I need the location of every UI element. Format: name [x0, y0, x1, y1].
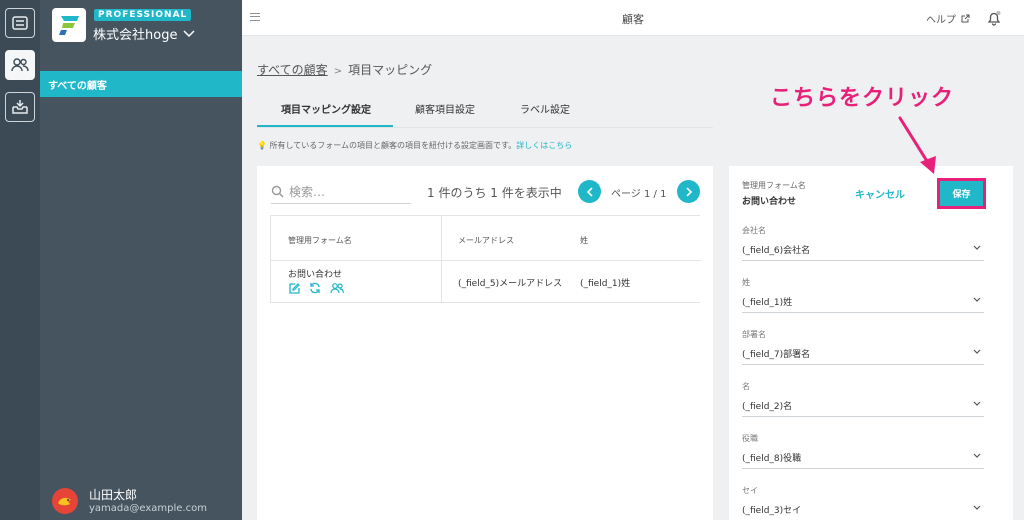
field-select[interactable]: (_field_2)名: [742, 397, 984, 417]
help-link[interactable]: ヘルプ: [926, 11, 970, 26]
plan-badge: PROFESSIONAL: [94, 9, 192, 21]
sidebar: PROFESSIONAL 株式会社hoge すべての顧客 山田太郎 yamada…: [40, 0, 242, 520]
chevron-down-icon: [973, 453, 981, 458]
search-input[interactable]: 検索…: [271, 180, 411, 204]
chevron-right-icon: [685, 186, 692, 197]
search-icon: [271, 185, 284, 198]
table-row-divider: [271, 260, 701, 261]
external-link-icon: [961, 14, 970, 23]
tabs-divider: [257, 127, 713, 128]
field-select-value: (_field_1)姓: [742, 298, 793, 308]
field-select[interactable]: (_field_7)部署名: [742, 345, 984, 365]
chevron-down-icon: [973, 297, 981, 302]
users-icon[interactable]: [330, 282, 344, 294]
mapping-field-first-name: 名 (_field_2)名: [742, 381, 984, 421]
field-label: 姓: [742, 278, 750, 287]
field-select[interactable]: (_field_8)役職: [742, 449, 984, 469]
company-logo: [52, 8, 86, 42]
notifications-button[interactable]: [986, 10, 1002, 29]
form-table: 管理用フォーム名 メールアドレス 姓 お問い合わせ (_field_5)メールア…: [270, 215, 701, 303]
mapping-panel: 管理用フォーム名 お問い合わせ キャンセル 保存 会社名 (_field_6)会…: [729, 166, 1013, 520]
chevron-down-icon: [973, 245, 981, 250]
column-header-form-name: 管理用フォーム名: [288, 236, 352, 245]
table-column-divider: [441, 216, 442, 303]
user-name: 山田太郎: [89, 488, 138, 502]
field-select-value: (_field_8)役職: [742, 454, 802, 464]
chevron-down-icon: [973, 505, 981, 510]
chevron-down-icon: [973, 401, 981, 406]
tab-customer-fields[interactable]: 顧客項目設定: [415, 101, 475, 116]
cancel-button[interactable]: キャンセル: [855, 186, 905, 201]
learn-more-link[interactable]: 詳しくはこちら: [516, 141, 572, 150]
inbox-app-icon[interactable]: [5, 92, 35, 122]
company-switcher[interactable]: 株式会社hoge: [93, 24, 195, 43]
chevron-down-icon: [183, 29, 195, 37]
form-list-panel: 検索… 1 件のうち 1 件を表示中 ページ 1 / 1 管理用フォーム名 メー…: [257, 166, 713, 520]
form-name-value: お問い合わせ: [742, 197, 797, 207]
field-select[interactable]: (_field_6)会社名: [742, 241, 984, 261]
mapping-field-title: 役職 (_field_8)役職: [742, 433, 984, 473]
mapping-field-department: 部署名 (_field_7)部署名: [742, 329, 984, 369]
help-label: ヘルプ: [926, 15, 956, 26]
active-tab-indicator: [257, 125, 393, 127]
field-label: セイ: [742, 486, 758, 495]
next-page-button[interactable]: [677, 180, 700, 203]
breadcrumb-link-all-customers[interactable]: すべての顧客: [257, 63, 328, 77]
table-cell-email: (_field_5)メールアドレス: [458, 279, 563, 289]
prev-page-button[interactable]: [578, 180, 601, 203]
field-label: 会社名: [742, 226, 766, 235]
tab-field-mapping[interactable]: 項目マッピング設定: [281, 101, 371, 116]
mapping-field-last-name-kana: セイ (_field_3)セイ: [742, 485, 984, 520]
field-select[interactable]: (_field_1)姓: [742, 293, 984, 313]
sidebar-item-all-customers[interactable]: すべての顧客: [40, 71, 242, 97]
tab-labels[interactable]: ラベル設定: [520, 101, 570, 116]
field-select-value: (_field_7)部署名: [742, 350, 811, 360]
list-app-icon[interactable]: [5, 8, 35, 38]
breadcrumb-current: 項目マッピング: [348, 63, 433, 77]
app-rail: [0, 0, 40, 520]
search-placeholder: 検索…: [289, 185, 326, 199]
company-name: 株式会社hoge: [93, 28, 178, 43]
avatar[interactable]: [52, 488, 78, 514]
field-select-value: (_field_2)名: [742, 402, 793, 412]
field-label: 部署名: [742, 330, 766, 339]
bell-icon: [987, 11, 1001, 26]
mapping-field-company: 会社名 (_field_6)会社名: [742, 225, 984, 265]
result-count: 1 件のうち 1 件を表示中: [427, 186, 562, 200]
breadcrumb: すべての顧客 > 項目マッピング: [257, 61, 432, 78]
page-title: 顧客: [622, 13, 644, 26]
chevron-down-icon: [973, 349, 981, 354]
user-email: yamada@example.com: [89, 503, 207, 514]
save-button[interactable]: 保存: [937, 178, 986, 209]
field-label: 名: [742, 382, 750, 391]
field-select[interactable]: (_field_3)セイ: [742, 501, 984, 520]
field-select-value: (_field_6)会社名: [742, 246, 811, 256]
table-cell-last-name: (_field_1)姓: [580, 279, 631, 289]
lightbulb-icon: 💡: [257, 141, 267, 150]
page-indicator: ページ 1 / 1: [611, 189, 667, 200]
field-label: 役職: [742, 434, 758, 443]
hint-text: 💡 所有しているフォームの項目と顧客の項目を紐付ける設定画面です。詳しくはこちら: [257, 140, 572, 151]
row-actions: [288, 282, 344, 294]
field-select-value: (_field_3)セイ: [742, 506, 802, 516]
annotation-callout: こちらをクリック: [770, 86, 955, 111]
breadcrumb-separator: >: [333, 66, 343, 77]
customers-app-icon[interactable]: [5, 50, 35, 80]
table-cell-form-name: お問い合わせ: [288, 270, 343, 280]
mapping-field-last-name: 姓 (_field_1)姓: [742, 277, 984, 317]
form-name-label: 管理用フォーム名: [742, 181, 806, 190]
annotation-arrow-icon: [898, 116, 936, 174]
user-avatar-icon: [58, 497, 71, 506]
column-header-last-name: 姓: [580, 236, 588, 245]
sync-icon[interactable]: [309, 282, 321, 294]
column-header-email: メールアドレス: [458, 236, 514, 245]
top-bar: 顧客 ヘルプ: [242, 0, 1024, 36]
edit-icon[interactable]: [288, 282, 300, 294]
hint-body: 所有しているフォームの項目と顧客の項目を紐付ける設定画面です。: [269, 141, 517, 150]
chevron-left-icon: [586, 186, 593, 197]
